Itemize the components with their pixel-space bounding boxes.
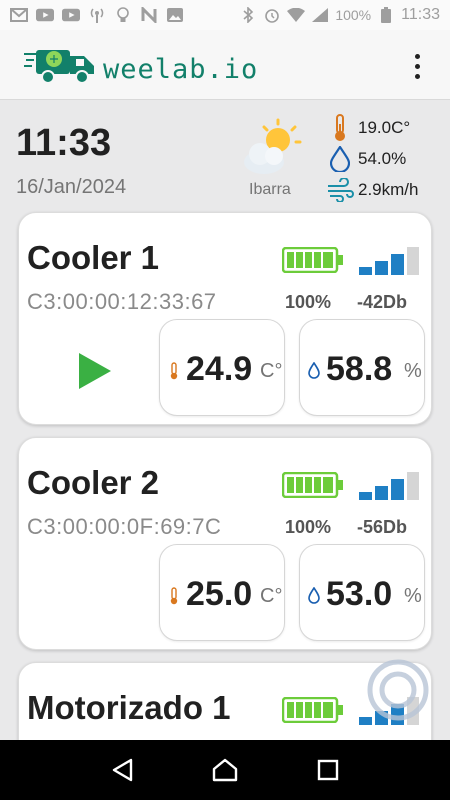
battery-percent: 100% bbox=[285, 292, 332, 312]
battery-percent: 100% bbox=[285, 517, 332, 537]
signal-rssi: -56Db bbox=[357, 517, 408, 537]
truck-logo-icon bbox=[24, 50, 94, 84]
recents-icon[interactable] bbox=[314, 756, 342, 784]
wind-icon bbox=[326, 176, 354, 204]
play-icon[interactable] bbox=[77, 353, 113, 389]
device-mac: C3:00:00:0F:69:7C bbox=[27, 514, 222, 539]
battery-icon bbox=[377, 7, 395, 23]
water-drop-icon bbox=[308, 362, 320, 379]
water-drop-icon bbox=[326, 145, 354, 173]
signal-strength-icon bbox=[359, 472, 419, 500]
battery-full-icon bbox=[282, 697, 343, 723]
weather-humidity: 54.0% bbox=[358, 149, 407, 168]
youtube-icon bbox=[36, 7, 54, 23]
temperature-unit: C° bbox=[260, 585, 283, 607]
humidity-value: 58.8 bbox=[326, 350, 393, 388]
back-icon[interactable] bbox=[108, 756, 136, 784]
thermometer-icon bbox=[170, 362, 178, 380]
home-icon[interactable] bbox=[211, 756, 239, 784]
n-app-icon bbox=[140, 7, 158, 23]
humidity-reading: 58.8 % bbox=[299, 319, 425, 416]
temperature-reading: 24.9 C° bbox=[159, 319, 285, 416]
temperature-value: 24.9 bbox=[186, 350, 253, 388]
temperature-value: 25.0 bbox=[186, 575, 253, 613]
alarm-icon bbox=[263, 7, 281, 23]
status-time: 11:33 bbox=[401, 6, 440, 23]
humidity-value: 53.0 bbox=[326, 575, 393, 613]
weelab-watermark-icon[interactable] bbox=[367, 659, 429, 721]
humidity-unit: % bbox=[404, 360, 422, 382]
gmail-icon bbox=[10, 7, 28, 23]
device-name: Cooler 2 bbox=[27, 464, 160, 501]
device-name: Motorizado 1 bbox=[27, 689, 231, 726]
hotspot-icon bbox=[88, 7, 106, 23]
brand-name: weelab.io bbox=[103, 54, 259, 85]
device-name: Cooler 1 bbox=[27, 239, 160, 276]
image-icon bbox=[166, 7, 184, 23]
battery-full-icon bbox=[282, 472, 343, 498]
weather-wind-row: 2.9km/h bbox=[326, 176, 418, 204]
app-bar: weelab.io bbox=[0, 30, 450, 100]
overflow-menu-icon[interactable] bbox=[404, 50, 430, 82]
weather-humidity-row: 54.0% bbox=[326, 145, 406, 173]
youtube-icon bbox=[62, 7, 80, 23]
weather-temperature-row: 19.0C° bbox=[326, 114, 410, 142]
weather-city: Ibarra bbox=[249, 181, 291, 198]
wifi-icon bbox=[287, 7, 306, 23]
current-date: 16/Jan/2024 bbox=[16, 176, 127, 198]
signal-strength-icon bbox=[359, 247, 419, 275]
device-mac: C3:00:00:12:33:67 bbox=[27, 289, 217, 314]
device-card[interactable]: Cooler 2 C3:00:00:0F:69:7C 100% -56Db 25… bbox=[18, 437, 432, 650]
status-bar: 100% 11:33 bbox=[0, 0, 450, 30]
battery-full-icon bbox=[282, 247, 343, 273]
cell-signal-icon bbox=[311, 7, 329, 23]
signal-rssi: -42Db bbox=[357, 292, 408, 312]
humidity-reading: 53.0 % bbox=[299, 544, 425, 641]
current-time: 11:33 bbox=[16, 122, 112, 164]
device-card[interactable]: Cooler 1 C3:00:00:12:33:67 100% -42Db 24… bbox=[18, 212, 432, 425]
system-nav-bar bbox=[0, 740, 450, 800]
weather-wind: 2.9km/h bbox=[358, 180, 419, 199]
temperature-unit: C° bbox=[260, 360, 283, 382]
thermometer-icon bbox=[170, 587, 178, 605]
partly-cloudy-icon bbox=[244, 118, 302, 174]
thermometer-icon bbox=[326, 114, 354, 142]
bluetooth-icon bbox=[239, 7, 257, 23]
weather-temperature: 19.0C° bbox=[358, 118, 411, 137]
humidity-unit: % bbox=[404, 585, 422, 607]
water-drop-icon bbox=[308, 587, 320, 604]
temperature-reading: 25.0 C° bbox=[159, 544, 285, 641]
battery-percent: 100% bbox=[335, 7, 372, 23]
bulb-icon bbox=[114, 7, 132, 23]
